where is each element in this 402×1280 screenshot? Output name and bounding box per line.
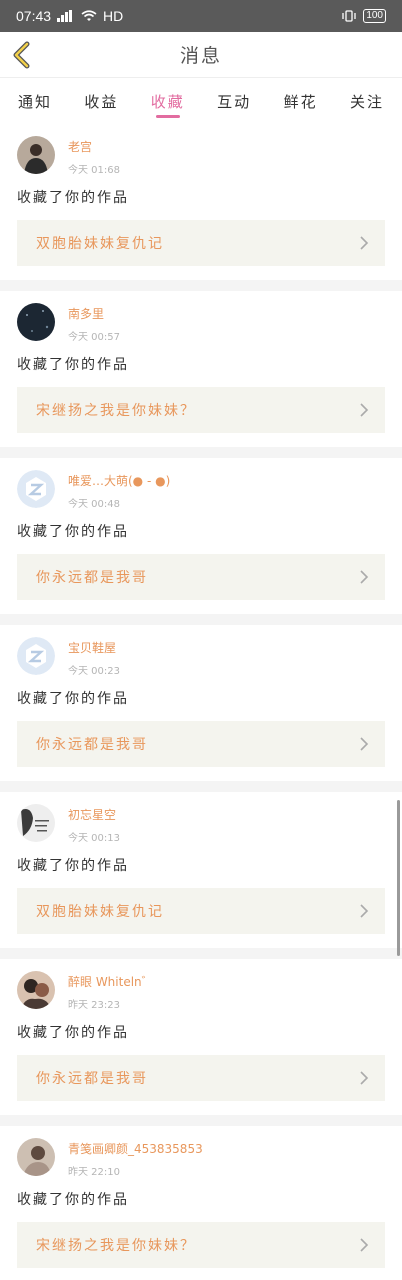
avatar[interactable] xyxy=(17,136,55,174)
wifi-icon xyxy=(81,10,97,21)
couple-photo-icon xyxy=(17,971,55,1009)
user-name[interactable]: 唯爱…大萌(● - ●) xyxy=(68,472,170,489)
tab-flowers[interactable]: 鲜花 xyxy=(284,78,318,124)
tab-follows[interactable]: 关注 xyxy=(350,78,384,124)
timestamp: 今天 00:57 xyxy=(68,332,120,343)
vibrate-icon xyxy=(342,10,356,22)
avatar[interactable] xyxy=(17,1138,55,1176)
action-text: 收藏了你的作品 xyxy=(17,858,129,874)
status-right: 100 xyxy=(341,9,386,23)
nav-bar: 消息 xyxy=(0,32,402,78)
action-text: 收藏了你的作品 xyxy=(17,1025,129,1041)
user-name[interactable]: 南多里 xyxy=(68,305,120,322)
timestamp: 今天 00:13 xyxy=(68,833,120,844)
user-meta: 老宫 今天 01:68 xyxy=(68,134,120,176)
work-title: 双胞胎妹妹复仇记 xyxy=(36,236,164,252)
chevron-right-icon xyxy=(360,737,369,751)
avatar[interactable] xyxy=(17,804,55,842)
work-title: 你永远都是我哥 xyxy=(36,1071,148,1087)
chevron-right-icon xyxy=(360,1071,369,1085)
card-header: 初忘星空 今天 00:13 xyxy=(17,802,385,848)
person-photo-icon xyxy=(17,136,55,174)
avatar[interactable] xyxy=(17,470,55,508)
battery-icon: 100 xyxy=(363,9,386,23)
card-header: 宝贝鞋屋 今天 00:23 xyxy=(17,635,385,681)
network-type: HD xyxy=(103,8,124,24)
scrollbar[interactable] xyxy=(397,800,400,956)
message-card: 醉眼 Whiteln゛ 昨天 23:23 收藏了你的作品 你永远都是我哥 xyxy=(0,959,402,1126)
message-list: 老宫 今天 01:68 收藏了你的作品 双胞胎妹妹复仇记 南多里 今天 00:5… xyxy=(0,124,402,1280)
chevron-right-icon xyxy=(360,904,369,918)
user-name[interactable]: 宝贝鞋屋 xyxy=(68,639,120,656)
message-card: 青笺画卿颜_453835853 昨天 22:10 收藏了你的作品 宋继扬之我是你… xyxy=(0,1126,402,1280)
user-name[interactable]: 老宫 xyxy=(68,138,120,155)
chevron-right-icon xyxy=(360,236,369,250)
timestamp: 昨天 22:10 xyxy=(68,1167,120,1178)
timestamp: 今天 00:23 xyxy=(68,666,120,677)
message-card: 宝贝鞋屋 今天 00:23 收藏了你的作品 你永远都是我哥 xyxy=(0,625,402,792)
user-meta: 醉眼 Whiteln゛ 昨天 23:23 xyxy=(68,969,154,1011)
status-bar: 07:43 HD 100 xyxy=(0,0,402,32)
message-card: 南多里 今天 00:57 收藏了你的作品 宋继扬之我是你妹妹？ xyxy=(0,291,402,458)
user-meta: 唯爱…大萌(● - ●) 今天 00:48 xyxy=(68,468,170,510)
work-link[interactable]: 宋继扬之我是你妹妹？ xyxy=(17,1222,385,1268)
card-header: 醉眼 Whiteln゛ 昨天 23:23 xyxy=(17,969,385,1015)
status-time: 07:43 xyxy=(16,8,52,24)
default-avatar-icon xyxy=(17,470,55,508)
default-avatar-icon xyxy=(17,637,55,675)
timestamp: 昨天 23:23 xyxy=(68,1000,120,1011)
user-name[interactable]: 初忘星空 xyxy=(68,806,120,823)
work-title: 你永远都是我哥 xyxy=(36,570,148,586)
night-sky-photo-icon xyxy=(17,303,55,341)
avatar[interactable] xyxy=(17,303,55,341)
work-title: 双胞胎妹妹复仇记 xyxy=(36,904,164,920)
user-meta: 南多里 今天 00:57 xyxy=(68,301,120,343)
work-link[interactable]: 双胞胎妹妹复仇记 xyxy=(17,888,385,934)
girl-photo-icon xyxy=(17,804,55,842)
action-text: 收藏了你的作品 xyxy=(17,691,129,707)
work-title: 宋继扬之我是你妹妹？ xyxy=(36,1238,196,1254)
status-left: 07:43 HD xyxy=(16,8,123,24)
card-header: 唯爱…大萌(● - ●) 今天 00:48 xyxy=(17,468,385,514)
tab-notifications[interactable]: 通知 xyxy=(18,78,52,124)
user-meta: 初忘星空 今天 00:13 xyxy=(68,802,120,844)
tab-interactions[interactable]: 互动 xyxy=(217,78,251,124)
action-text: 收藏了你的作品 xyxy=(17,190,129,206)
page-title: 消息 xyxy=(179,45,222,67)
message-card: 初忘星空 今天 00:13 收藏了你的作品 双胞胎妹妹复仇记 xyxy=(0,792,402,959)
girl-photo-icon xyxy=(17,1138,55,1176)
user-name[interactable]: 醉眼 Whiteln゛ xyxy=(68,973,154,990)
work-link[interactable]: 你永远都是我哥 xyxy=(17,554,385,600)
chevron-right-icon xyxy=(360,403,369,417)
timestamp: 今天 00:48 xyxy=(68,499,120,510)
user-name[interactable]: 青笺画卿颜_453835853 xyxy=(68,1140,203,1157)
work-title: 你永远都是我哥 xyxy=(36,737,148,753)
chevron-right-icon xyxy=(360,570,369,584)
work-link[interactable]: 宋继扬之我是你妹妹？ xyxy=(17,387,385,433)
tab-earnings[interactable]: 收益 xyxy=(84,78,118,124)
message-card: 老宫 今天 01:68 收藏了你的作品 双胞胎妹妹复仇记 xyxy=(0,124,402,291)
chevron-right-icon xyxy=(360,1238,369,1252)
work-link[interactable]: 双胞胎妹妹复仇记 xyxy=(17,220,385,266)
tab-bar: 通知 收益 收藏 互动 鲜花 关注 xyxy=(0,78,402,124)
action-text: 收藏了你的作品 xyxy=(17,357,129,373)
tab-favorites[interactable]: 收藏 xyxy=(151,78,185,124)
card-header: 老宫 今天 01:68 xyxy=(17,134,385,180)
action-text: 收藏了你的作品 xyxy=(17,524,129,540)
timestamp: 今天 01:68 xyxy=(68,165,120,176)
work-link[interactable]: 你永远都是我哥 xyxy=(17,721,385,767)
avatar[interactable] xyxy=(17,637,55,675)
card-header: 青笺画卿颜_453835853 昨天 22:10 xyxy=(17,1136,385,1182)
action-text: 收藏了你的作品 xyxy=(17,1192,129,1208)
work-link[interactable]: 你永远都是我哥 xyxy=(17,1055,385,1101)
user-meta: 青笺画卿颜_453835853 昨天 22:10 xyxy=(68,1136,203,1178)
back-button[interactable] xyxy=(10,41,34,69)
message-card: 唯爱…大萌(● - ●) 今天 00:48 收藏了你的作品 你永远都是我哥 xyxy=(0,458,402,625)
work-title: 宋继扬之我是你妹妹？ xyxy=(36,403,196,419)
user-meta: 宝贝鞋屋 今天 00:23 xyxy=(68,635,120,677)
avatar[interactable] xyxy=(17,971,55,1009)
chevron-left-icon xyxy=(13,41,30,69)
card-header: 南多里 今天 00:57 xyxy=(17,301,385,347)
signal-icon xyxy=(57,10,73,22)
